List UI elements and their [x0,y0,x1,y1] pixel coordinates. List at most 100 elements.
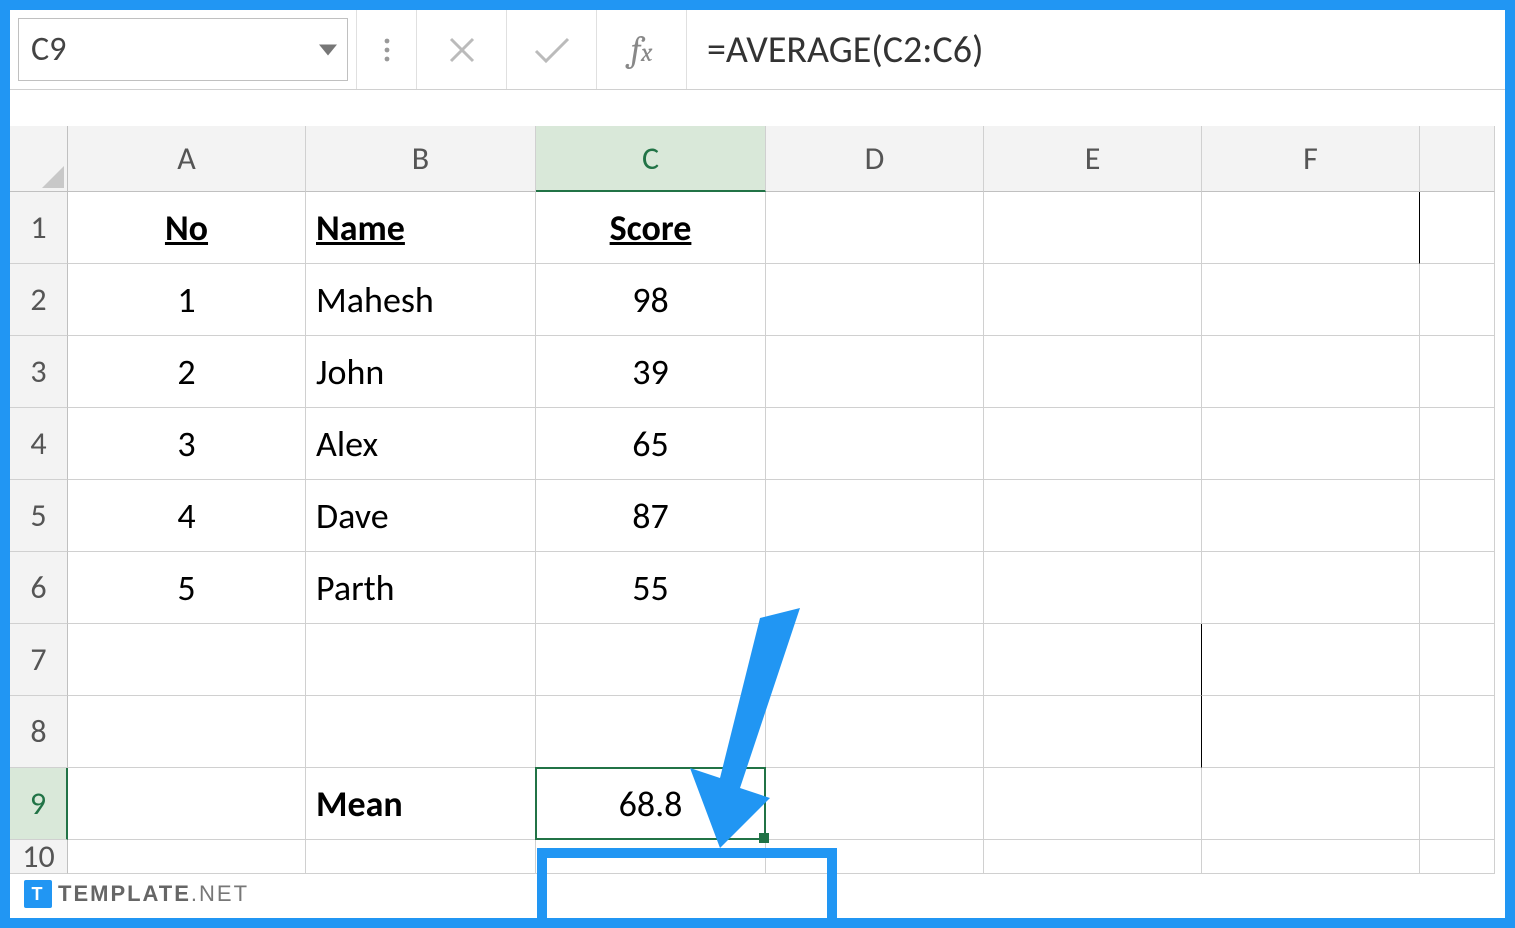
row-header-9[interactable]: 9 [10,768,68,840]
cell-G3[interactable] [1420,336,1495,408]
cell-C4[interactable]: 65 [536,408,766,480]
cell-F3[interactable] [1202,336,1420,408]
cell-F4[interactable] [1202,408,1420,480]
cell-A8[interactable] [68,696,306,768]
spacer [10,90,1505,126]
cell-F1[interactable] [1202,192,1420,264]
row-header-10[interactable]: 10 [10,840,68,874]
spreadsheet-grid[interactable]: A B C D E F 1 No Name Score 2 1 Mahesh 9… [10,126,1505,874]
col-header-E[interactable]: E [984,126,1202,192]
cell-D8[interactable] [766,696,984,768]
cell-F8[interactable] [1202,696,1420,768]
cell-D6[interactable] [766,552,984,624]
cell-D10[interactable] [766,840,984,874]
cell-B9[interactable]: Mean [306,768,536,840]
cell-F10[interactable] [1202,840,1420,874]
cell-A3[interactable]: 2 [68,336,306,408]
cell-B6[interactable]: Parth [306,552,536,624]
cell-C1[interactable]: Score [536,192,766,264]
cell-F5[interactable] [1202,480,1420,552]
fill-handle[interactable] [759,833,769,843]
cell-D9[interactable] [766,768,984,840]
cell-B4[interactable]: Alex [306,408,536,480]
cell-D1[interactable] [766,192,984,264]
col-header-F[interactable]: F [1202,126,1420,192]
row-header-5[interactable]: 5 [10,480,68,552]
cell-E2[interactable] [984,264,1202,336]
cell-B8[interactable] [306,696,536,768]
fx-icon[interactable]: fx [596,10,686,89]
app-frame: C9 fx =AVERAGE(C2:C6) A B C D E F [0,0,1515,928]
cell-F2[interactable] [1202,264,1420,336]
cell-C8[interactable] [536,696,766,768]
cell-E9[interactable] [984,768,1202,840]
cell-G4[interactable] [1420,408,1495,480]
cell-D3[interactable] [766,336,984,408]
col-header-C[interactable]: C [536,126,766,192]
cell-G1[interactable] [1420,192,1495,264]
cell-E3[interactable] [984,336,1202,408]
cell-E7[interactable] [984,624,1202,696]
cell-E1[interactable] [984,192,1202,264]
row-header-6[interactable]: 6 [10,552,68,624]
cell-G5[interactable] [1420,480,1495,552]
cell-G10[interactable] [1420,840,1495,874]
cancel-icon[interactable] [416,10,506,89]
cell-A10[interactable] [68,840,306,874]
cell-D4[interactable] [766,408,984,480]
cell-A6[interactable]: 5 [68,552,306,624]
cell-B7[interactable] [306,624,536,696]
cell-B1[interactable]: Name [306,192,536,264]
watermark-brand: TEMPLATE [58,881,191,906]
cell-C3[interactable]: 39 [536,336,766,408]
cell-E8[interactable] [984,696,1202,768]
cell-E6[interactable] [984,552,1202,624]
cell-C2[interactable]: 98 [536,264,766,336]
cell-B5[interactable]: Dave [306,480,536,552]
select-all-corner[interactable] [10,126,68,192]
cell-D5[interactable] [766,480,984,552]
cell-A4[interactable]: 3 [68,408,306,480]
row-header-7[interactable]: 7 [10,624,68,696]
cell-F6[interactable] [1202,552,1420,624]
col-header-A[interactable]: A [68,126,306,192]
row-header-4[interactable]: 4 [10,408,68,480]
cell-F7[interactable] [1202,624,1420,696]
cell-B3[interactable]: John [306,336,536,408]
cell-A2[interactable]: 1 [68,264,306,336]
cell-G7[interactable] [1420,624,1495,696]
cell-E10[interactable] [984,840,1202,874]
cell-G8[interactable] [1420,696,1495,768]
cell-C7[interactable] [536,624,766,696]
cell-E4[interactable] [984,408,1202,480]
row-header-2[interactable]: 2 [10,264,68,336]
cell-B2[interactable]: Mahesh [306,264,536,336]
cell-C10[interactable] [536,840,766,874]
col-header-B[interactable]: B [306,126,536,192]
col-header-D[interactable]: D [766,126,984,192]
cell-E5[interactable] [984,480,1202,552]
enter-icon[interactable] [506,10,596,89]
cell-C5[interactable]: 87 [536,480,766,552]
row-header-8[interactable]: 8 [10,696,68,768]
cell-C9[interactable]: 68.8 [536,768,766,840]
customize-icon[interactable] [356,10,416,89]
cell-A5[interactable]: 4 [68,480,306,552]
formula-input[interactable]: =AVERAGE(C2:C6) [686,10,1505,89]
cell-A1[interactable]: No [68,192,306,264]
cell-A7[interactable] [68,624,306,696]
cell-G6[interactable] [1420,552,1495,624]
col-header-extra[interactable] [1420,126,1495,192]
row-header-1[interactable]: 1 [10,192,68,264]
row-header-3[interactable]: 3 [10,336,68,408]
chevron-down-icon[interactable] [319,44,337,55]
cell-C6[interactable]: 55 [536,552,766,624]
cell-D7[interactable] [766,624,984,696]
cell-A9[interactable] [68,768,306,840]
cell-G2[interactable] [1420,264,1495,336]
name-box[interactable]: C9 [18,18,348,81]
cell-G9[interactable] [1420,768,1495,840]
cell-B10[interactable] [306,840,536,874]
cell-D2[interactable] [766,264,984,336]
cell-F9[interactable] [1202,768,1420,840]
